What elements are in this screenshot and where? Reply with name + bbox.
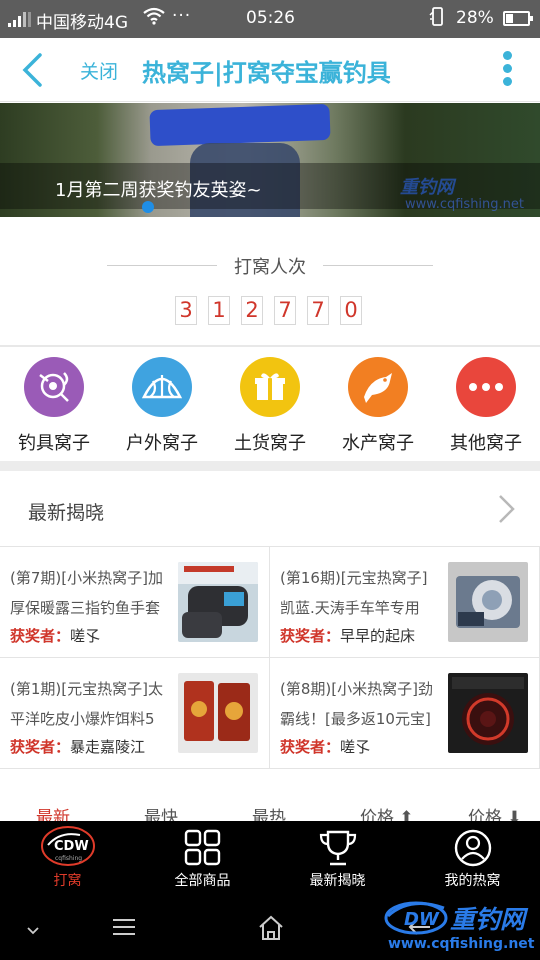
latest-item[interactable]: (第7期)[小米热窝子]加厚保暖露三指钓鱼手套 获奖者：嗟孓 xyxy=(0,547,270,658)
site-watermark: DW 重钓网 www.cqfishing.net xyxy=(380,894,540,958)
battery-icon xyxy=(503,11,533,26)
svg-text:cqfishing: cqfishing xyxy=(55,855,82,862)
winner-name: 早早的起床 xyxy=(340,627,416,645)
category-local-goods[interactable]: 土货窝子 xyxy=(216,357,324,455)
winner-name: 暴走嘉陵江 xyxy=(70,738,146,756)
battery-percent: 28% xyxy=(456,8,494,28)
sort-newest-tab[interactable]: 最新 xyxy=(36,803,70,821)
more-status-icon: ··· xyxy=(172,6,192,26)
more-menu-icon[interactable] xyxy=(500,51,514,91)
counter-digit: 3 xyxy=(175,296,197,325)
wifi-icon xyxy=(143,7,165,30)
latest-revealed-header[interactable]: 最新揭晓 xyxy=(0,471,540,547)
banner-watermark: 重钓网 xyxy=(400,177,454,198)
item-thumbnail[interactable] xyxy=(448,562,528,642)
latest-item[interactable]: (第1期)[元宝热窝子]太平洋吃皮小爆炸饵料5 获奖者：暴走嘉陵江 xyxy=(0,658,270,769)
section-title: 最新揭晓 xyxy=(28,502,105,524)
item-winner: 获奖者：早早的起床 xyxy=(280,627,416,645)
item-thumbnail[interactable] xyxy=(178,562,258,642)
fishing-gear-icon xyxy=(24,357,84,417)
svg-text:DW: DW xyxy=(404,909,440,930)
nav-label: 全部商品 xyxy=(174,873,231,889)
divider xyxy=(0,461,540,471)
signal-icon xyxy=(8,11,31,27)
category-label: 户外窝子 xyxy=(126,433,198,454)
sort-price-desc-tab[interactable]: 价格 ⬇ xyxy=(468,803,522,821)
nav-label: 我的热窝 xyxy=(444,873,501,889)
item-title: (第1期)[元宝热窝子]太平洋吃皮小爆炸饵料5 xyxy=(10,680,163,728)
banner-carousel[interactable]: 1月第二周获奖钓友英姿~ 重钓网 www.cqfishing.net xyxy=(0,103,540,217)
latest-item[interactable]: (第16期)[元宝热窝子]凯蓝.天涛手车竿专用 获奖者：早早的起床 xyxy=(270,547,540,658)
nav-label: 最新揭晓 xyxy=(309,873,366,889)
nav-label: 打窝 xyxy=(53,873,82,889)
status-bar: 中国移动4G ··· 05:26 28% xyxy=(0,0,540,38)
banner-image xyxy=(149,103,331,147)
winner-name: 嗟孓 xyxy=(340,738,371,756)
bottom-nav: CDW cqfishing 打窝 全部商品 最新揭晓 我的热窝 xyxy=(0,821,540,897)
item-winner: 获奖者：暴走嘉陵江 xyxy=(10,738,146,756)
nav-latest-revealed[interactable]: 最新揭晓 xyxy=(270,821,405,897)
user-icon xyxy=(453,829,493,867)
chevron-right-icon[interactable] xyxy=(496,493,518,529)
banner-caption: 1月第二周获奖钓友英姿~ xyxy=(55,180,262,201)
category-label: 水产窝子 xyxy=(342,433,414,454)
counter-digit: 7 xyxy=(307,296,329,325)
page-title: 热窝子|打窝夺宝赢钓具 xyxy=(142,59,391,87)
item-thumbnail[interactable] xyxy=(448,673,528,753)
nav-all-products[interactable]: 全部商品 xyxy=(135,821,270,897)
close-button[interactable]: 关闭 xyxy=(80,57,118,84)
sort-hottest-tab[interactable]: 最热 xyxy=(252,803,286,821)
nav-my-hot-spot[interactable]: 我的热窝 xyxy=(405,821,540,897)
category-aquatic[interactable]: 水产窝子 xyxy=(324,357,432,455)
svg-text:CDW: CDW xyxy=(54,839,89,854)
carousel-indicator[interactable] xyxy=(142,201,154,213)
counter-label: 打窝人次 xyxy=(220,257,320,278)
category-label: 钓具窝子 xyxy=(18,433,90,454)
category-label: 其他窝子 xyxy=(450,433,522,454)
sort-bar: 最新 最快 最热 价格 ⬆ 价格 ⬇ xyxy=(0,791,540,821)
item-winner: 获奖者：嗟孓 xyxy=(280,738,371,756)
item-title: (第16期)[元宝热窝子]凯蓝.天涛手车竿专用 xyxy=(280,569,428,617)
category-outdoor[interactable]: 户外窝子 xyxy=(108,357,216,455)
item-title: (第8期)[小米热窝子]劲霸线！[最多返10元宝] xyxy=(280,680,433,728)
counter-digit: 7 xyxy=(274,296,296,325)
watermark-logo-icon: DW xyxy=(384,901,448,935)
counter-digits: 3 1 2 7 7 0 xyxy=(175,296,362,325)
sort-fastest-tab[interactable]: 最快 xyxy=(144,803,178,821)
latest-item[interactable]: (第8期)[小米热窝子]劲霸线！[最多返10元宝] 获奖者：嗟孓 xyxy=(270,658,540,769)
sort-price-asc-tab[interactable]: 价格 ⬆ xyxy=(360,803,414,821)
carrier-label: 中国移动4G xyxy=(36,13,128,33)
tent-icon xyxy=(132,357,192,417)
category-other[interactable]: 其他窝子 xyxy=(432,357,540,455)
logo-icon: CDW cqfishing xyxy=(40,825,96,867)
gift-icon xyxy=(240,357,300,417)
chevron-down-icon[interactable] xyxy=(26,921,40,940)
clock: 05:26 xyxy=(246,8,295,28)
watermark-brand: 重钓网 xyxy=(450,905,526,934)
item-thumbnail[interactable] xyxy=(178,673,258,753)
counter-digit: 0 xyxy=(340,296,362,325)
back-icon[interactable] xyxy=(18,52,48,88)
watermark-url: www.cqfishing.net xyxy=(388,936,535,952)
app-header: 关闭 热窝子|打窝夺宝赢钓具 xyxy=(0,38,540,102)
winner-name: 嗟孓 xyxy=(70,627,101,645)
banner-watermark-url: www.cqfishing.net xyxy=(405,197,525,212)
trophy-icon xyxy=(318,829,358,867)
grid-icon xyxy=(183,829,223,867)
category-row: 钓具窝子 户外窝子 土货窝子 水产窝子 其他窝子 xyxy=(0,349,540,461)
counter-digit: 1 xyxy=(208,296,230,325)
category-label: 土货窝子 xyxy=(234,433,306,454)
latest-revealed-grid: (第7期)[小米热窝子]加厚保暖露三指钓鱼手套 获奖者：嗟孓 (第16期)[元宝… xyxy=(0,547,540,769)
home-icon[interactable] xyxy=(258,915,284,945)
participation-counter: 打窝人次 3 1 2 7 7 0 xyxy=(0,217,540,347)
nav-home[interactable]: CDW cqfishing 打窝 xyxy=(0,821,135,897)
counter-digit: 2 xyxy=(241,296,263,325)
item-title: (第7期)[小米热窝子]加厚保暖露三指钓鱼手套 xyxy=(10,569,163,617)
phone-icon xyxy=(428,7,446,34)
fish-icon xyxy=(348,357,408,417)
item-winner: 获奖者：嗟孓 xyxy=(10,627,101,645)
more-dots-icon xyxy=(456,357,516,417)
category-fishing-gear[interactable]: 钓具窝子 xyxy=(0,357,108,455)
menu-icon[interactable] xyxy=(112,917,136,941)
